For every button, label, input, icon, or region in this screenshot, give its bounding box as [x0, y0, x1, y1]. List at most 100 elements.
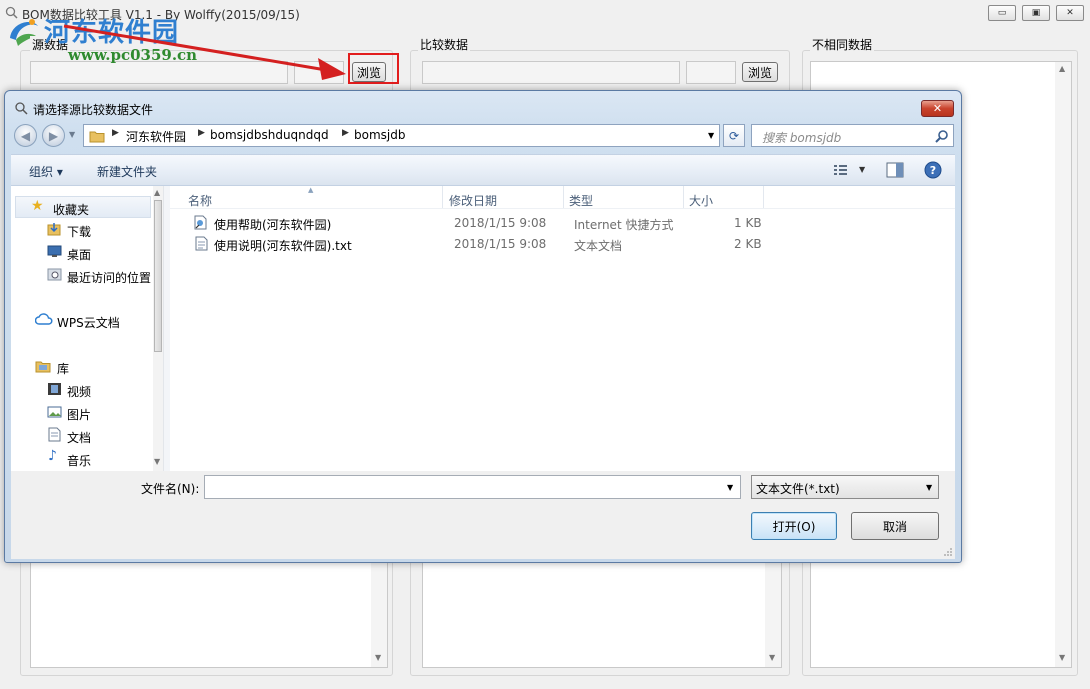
desktop-icon [47, 245, 62, 257]
annotation-arrow-icon [63, 24, 346, 80]
file-name: 使用说明(河东软件园).txt [214, 239, 352, 253]
video-icon [48, 383, 61, 395]
compare-sheet-field[interactable] [686, 61, 736, 84]
cancel-button[interactable]: 取消 [851, 512, 939, 540]
search-icon[interactable] [935, 129, 949, 143]
breadcrumb-item[interactable]: bomsjdbshduqndqd [210, 128, 329, 142]
nav-item-recent[interactable]: 最近访问的位置 [67, 269, 151, 286]
breadcrumb-item[interactable]: bomsjdb [354, 128, 405, 142]
compare-path-field[interactable] [422, 61, 680, 84]
nav-item-favorites[interactable]: 收藏夹 [53, 201, 89, 218]
column-divider[interactable] [442, 186, 443, 208]
filetype-dropdown-icon[interactable]: ▼ [926, 483, 932, 492]
column-header-type[interactable]: 类型 [569, 192, 593, 209]
address-bar[interactable]: ▶ 河东软件园 ▶ bomsjdbshduqndqd ▶ bomsjdb ▼ [83, 124, 720, 147]
diff-list-scrollbar[interactable]: ▲ ▼ [1055, 62, 1071, 667]
file-size: 1 KB [734, 216, 762, 230]
downloads-icon [47, 223, 61, 236]
refresh-button[interactable]: ⟳ [723, 124, 745, 147]
column-header-size[interactable]: 大小 [689, 192, 713, 209]
cloud-icon [35, 313, 53, 325]
open-button[interactable]: 打开(O) [751, 512, 837, 540]
source-browse-button[interactable]: 浏览 [352, 62, 386, 82]
close-button[interactable]: ✕ [1056, 5, 1084, 21]
column-divider[interactable] [683, 186, 684, 208]
source-data-list[interactable] [30, 560, 388, 668]
file-type: Internet 快捷方式 [574, 218, 674, 232]
scroll-down-icon[interactable]: ▼ [1059, 653, 1065, 662]
compare-data-list[interactable] [422, 560, 782, 668]
filename-combobox[interactable]: ▼ [204, 475, 741, 499]
file-date: 2018/1/15 9:08 [454, 237, 547, 251]
nav-item-desktop[interactable]: 桌面 [67, 246, 91, 263]
text-file-icon [195, 236, 208, 251]
search-input[interactable]: 搜索 bomsjdb [751, 124, 954, 147]
filename-dropdown-icon[interactable]: ▼ [727, 483, 733, 492]
nav-item-documents[interactable]: 文档 [67, 429, 91, 446]
scroll-up-icon[interactable]: ▲ [1059, 64, 1065, 73]
nav-item-downloads[interactable]: 下载 [67, 223, 91, 240]
column-divider[interactable] [563, 186, 564, 208]
view-options-icon[interactable] [833, 163, 849, 177]
nav-item-libraries[interactable]: 库 [57, 360, 69, 377]
compare-group-label: 比较数据 [418, 36, 471, 53]
nav-item-wps[interactable]: WPS云文档 [57, 314, 120, 331]
dialog-app-icon [15, 102, 28, 115]
forward-button[interactable]: ▶ [42, 124, 65, 147]
pane-splitter[interactable] [163, 186, 170, 471]
scroll-down-icon[interactable]: ▼ [375, 653, 381, 662]
nav-item-pictures[interactable]: 图片 [67, 406, 91, 423]
close-icon: ✕ [1066, 8, 1074, 18]
file-date: 2018/1/15 9:08 [454, 216, 547, 230]
address-dropdown-icon[interactable]: ▼ [708, 131, 714, 140]
pictures-icon [47, 406, 62, 418]
filetype-select[interactable]: 文本文件(*.txt) ▼ [751, 475, 939, 499]
svg-text:?: ? [930, 164, 936, 177]
nav-scrollbar[interactable]: ▲ ▼ [153, 186, 163, 471]
forward-arrow-icon: ▶ [48, 128, 59, 143]
filetype-value: 文本文件(*.txt) [756, 482, 840, 496]
library-icon [35, 361, 51, 373]
file-row[interactable]: 使用说明(河东软件园).txt 2018/1/15 9:08 文本文档 2 KB [186, 234, 766, 254]
column-header-name[interactable]: 名称 [188, 192, 212, 209]
column-header-date[interactable]: 修改日期 [449, 192, 497, 209]
nav-item-videos[interactable]: 视频 [67, 383, 91, 400]
compare-list-scrollbar[interactable]: ▼ [765, 561, 781, 667]
view-dropdown-icon[interactable]: ▼ [859, 165, 865, 174]
dialog-close-button[interactable]: ✕ [921, 100, 954, 117]
dialog-bottom-area: 文件名(N): ▼ 文本文件(*.txt) ▼ 打开(O) 取消 [11, 471, 955, 559]
search-placeholder: 搜索 bomsjdb [762, 131, 842, 145]
file-name: 使用帮助(河东软件园) [214, 218, 332, 232]
filename-input[interactable] [207, 478, 718, 496]
scroll-up-icon[interactable]: ▲ [154, 188, 160, 197]
diff-group-label: 不相同数据 [810, 36, 875, 53]
breadcrumb-separator-icon[interactable]: ▶ [342, 128, 349, 138]
breadcrumb-separator-icon[interactable]: ▶ [112, 128, 119, 138]
preview-pane-icon[interactable] [886, 162, 904, 178]
breadcrumb-item[interactable]: 河东软件园 [126, 128, 186, 145]
new-folder-button[interactable]: 新建文件夹 [97, 163, 157, 180]
minimize-icon: ▭ [997, 8, 1007, 18]
nav-item-music[interactable]: 音乐 [67, 452, 91, 469]
column-divider[interactable] [763, 186, 764, 208]
maximize-button[interactable]: ▣ [1022, 5, 1050, 21]
music-icon: ♪ [48, 448, 57, 464]
file-row[interactable]: 使用帮助(河东软件园) 2018/1/15 9:08 Internet 快捷方式… [186, 213, 766, 233]
back-arrow-icon: ◀ [20, 128, 31, 143]
resize-grip-icon[interactable] [943, 547, 953, 557]
nav-scroll-thumb[interactable] [154, 200, 162, 352]
minimize-button[interactable]: ▭ [988, 5, 1016, 21]
file-open-dialog: 请选择源比较数据文件 ✕ ◀ ▶ ▼ ▶ 河东软件园 ▶ bomsjdbshdu… [4, 90, 962, 563]
organize-menu[interactable]: 组织 ▾ [29, 163, 63, 180]
navigation-pane: ★ 收藏夹 下载 桌面 最近访问的位置 WPS云文档 库 视频 图片 文档 ♪ … [11, 186, 163, 471]
scroll-down-icon[interactable]: ▼ [769, 653, 775, 662]
folder-icon [89, 131, 105, 143]
breadcrumb-separator-icon[interactable]: ▶ [198, 128, 205, 138]
back-button[interactable]: ◀ [14, 124, 37, 147]
recent-pages-dropdown-icon[interactable]: ▼ [69, 130, 75, 139]
help-icon[interactable]: ? [924, 161, 942, 179]
scroll-down-icon[interactable]: ▼ [154, 457, 160, 466]
dialog-title: 请选择源比较数据文件 [33, 103, 154, 117]
compare-browse-button[interactable]: 浏览 [742, 62, 778, 82]
source-list-scrollbar[interactable]: ▼ [371, 561, 387, 667]
